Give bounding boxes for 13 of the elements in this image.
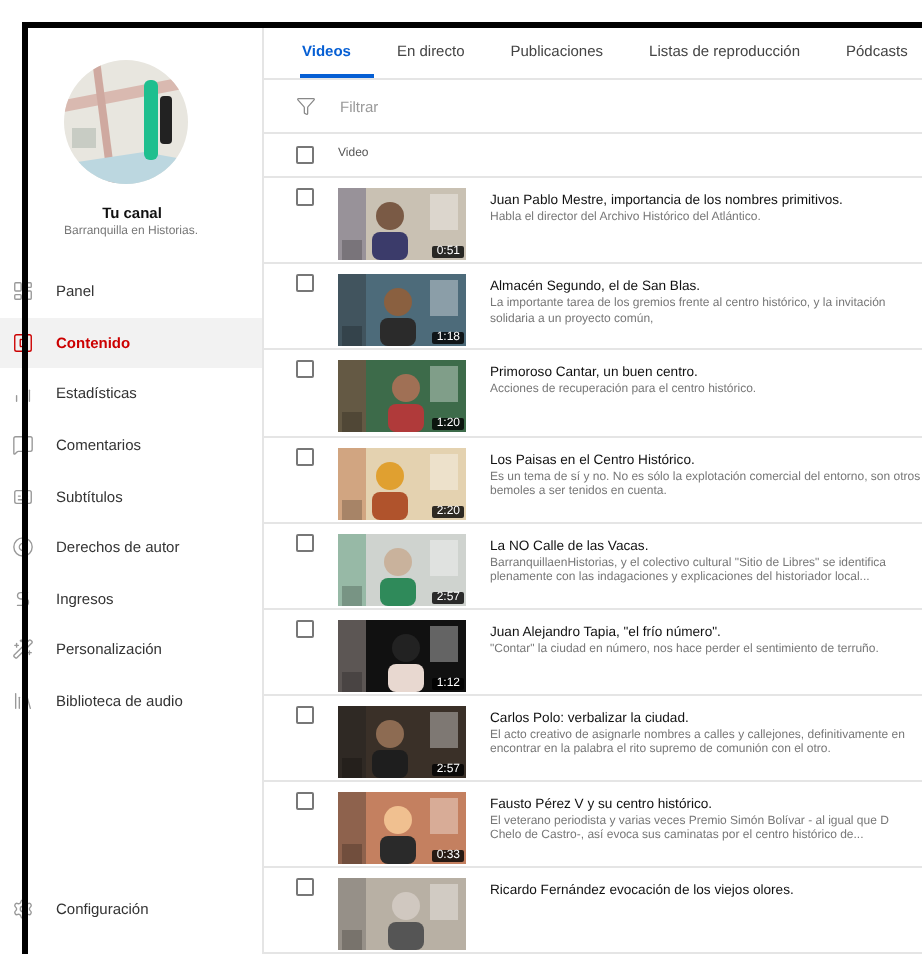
filter-icon[interactable] <box>296 96 316 117</box>
nav-icon <box>12 331 34 354</box>
checkbox[interactable] <box>296 791 314 810</box>
checkbox[interactable] <box>296 188 314 207</box>
checkbox[interactable] <box>296 274 314 293</box>
nav-icon <box>12 434 34 457</box>
checkbox[interactable] <box>296 533 314 552</box>
checkbox[interactable] <box>296 705 314 724</box>
checkbox[interactable] <box>296 619 314 638</box>
checkbox[interactable] <box>296 145 314 164</box>
checkbox[interactable] <box>296 447 314 465</box>
checkbox[interactable] <box>296 877 314 896</box>
checkbox[interactable] <box>296 360 314 379</box>
